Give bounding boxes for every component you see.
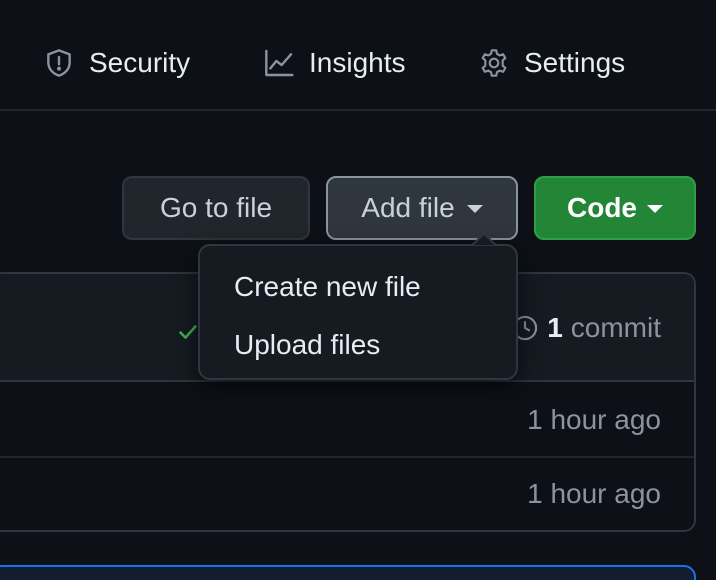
tab-insights[interactable]: Insights xyxy=(263,40,406,86)
tab-security[interactable]: Security xyxy=(43,40,190,86)
go-to-file-button[interactable]: Go to file xyxy=(122,176,310,240)
code-button[interactable]: Code xyxy=(534,176,696,240)
commit-label: commit xyxy=(570,312,661,343)
menu-item-label: Create new file xyxy=(234,271,421,302)
tab-settings[interactable]: Settings xyxy=(478,40,625,86)
dropdown-arrow-fill xyxy=(474,235,494,245)
tab-insights-label: Insights xyxy=(309,47,406,78)
menu-item-upload-files[interactable]: Upload files xyxy=(200,316,516,374)
commits-link[interactable]: 1 commit xyxy=(511,312,661,344)
caret-down-icon xyxy=(647,205,663,213)
tab-security-label: Security xyxy=(89,47,191,78)
tab-settings-label: Settings xyxy=(524,47,626,78)
add-file-label: Add file xyxy=(361,192,455,223)
info-banner xyxy=(0,565,696,580)
menu-item-create-new-file[interactable]: Create new file xyxy=(200,258,516,316)
caret-down-icon xyxy=(466,205,483,213)
menu-item-label: Upload files xyxy=(234,329,381,360)
commit-count: 1 xyxy=(547,312,563,343)
file-updated-time: 1 hour ago xyxy=(527,478,661,509)
go-to-file-label: Go to file xyxy=(159,192,273,223)
add-file-dropdown: Create new file Upload files xyxy=(198,244,518,380)
graph-icon xyxy=(263,47,295,79)
repo-nav: Security Insights Settings xyxy=(0,0,716,111)
gear-icon xyxy=(478,47,510,79)
add-file-button[interactable]: Add file xyxy=(326,176,518,240)
shield-icon xyxy=(43,47,75,79)
table-row[interactable]: 1 hour ago xyxy=(0,458,694,532)
repo-page: Security Insights Settings Go to file Ad… xyxy=(0,0,716,580)
file-updated-time: 1 hour ago xyxy=(527,404,661,435)
check-icon xyxy=(179,325,197,339)
code-label: Code xyxy=(567,192,637,223)
table-row[interactable]: 1 hour ago xyxy=(0,384,694,458)
